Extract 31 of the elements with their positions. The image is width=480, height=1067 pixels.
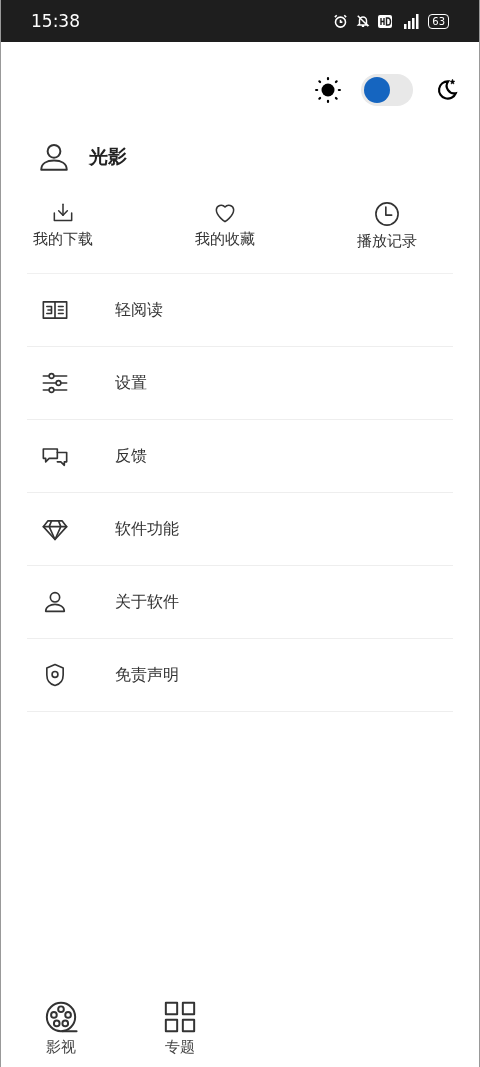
nav-label: 影视 [45,1038,76,1057]
nav-label: 专题 [165,1038,196,1057]
bell-muted-icon [356,14,371,28]
nav-tab[interactable]: 专题 [120,1000,240,1057]
menu-item[interactable]: 软件功能 [27,493,453,566]
user-name: 光影 [89,144,127,169]
theme-switch[interactable] [361,74,413,106]
menu-item[interactable]: 反馈 [27,420,453,493]
menu-item[interactable]: 关于软件 [27,566,453,639]
film-reel-icon [43,1000,78,1034]
menu-item[interactable]: 设置 [27,347,453,420]
sun-icon [315,77,341,103]
quick-action-button[interactable]: 我的收藏 [195,200,255,251]
menu-label: 轻阅读 [115,299,163,321]
menu-item[interactable]: 免责声明 [27,639,453,712]
menu-label: 软件功能 [115,518,179,540]
quick-action-button[interactable]: 我的下载 [33,200,93,251]
clock-icon [373,200,401,228]
battery-level: 63 [428,13,449,29]
menu-label: 设置 [115,372,147,394]
hd-icon [378,14,393,28]
alarm-icon [333,13,349,29]
menu-label: 免责声明 [115,664,179,686]
nav-tab[interactable]: 影视 [1,1000,121,1057]
status-time: 15:38 [31,11,80,31]
menu-item[interactable]: 轻阅读 [27,274,453,347]
menu-label: 反馈 [115,445,147,467]
menu-label: 关于软件 [115,591,179,613]
switch-thumb[interactable] [364,77,390,103]
quick-action-button[interactable]: 播放记录 [357,200,417,251]
grid-icon [163,1000,198,1034]
